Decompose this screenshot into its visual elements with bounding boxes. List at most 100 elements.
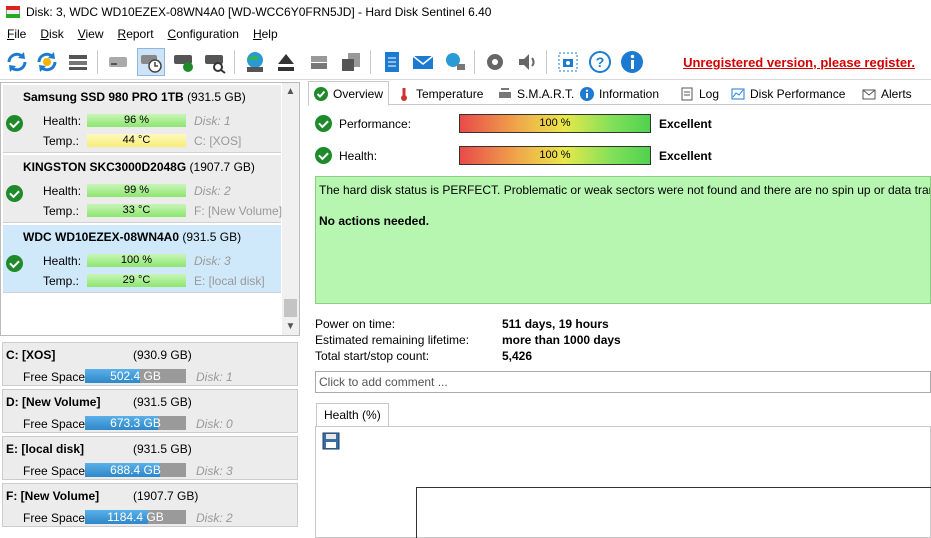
disk-schedule-icon[interactable] [137, 48, 165, 76]
performance-ok-icon [315, 115, 332, 132]
app-icon [6, 6, 20, 18]
free-space-label: Free Space [23, 417, 86, 431]
speaker-icon[interactable] [513, 48, 541, 76]
health-rating: Excellent [659, 149, 712, 163]
menu-view[interactable]: View [71, 27, 111, 41]
info-icon [580, 87, 594, 101]
disk-copy-icon[interactable] [337, 48, 365, 76]
menu-bar: File Disk View Report Configuration Help [0, 24, 931, 43]
action-text: No actions needed. [319, 214, 430, 228]
volume-name: D: [New Volume] [6, 395, 101, 409]
health-label: Health: [339, 149, 378, 163]
performance-rating: Excellent [659, 117, 712, 131]
health-label: Health: [43, 254, 82, 268]
tab-alerts[interactable]: Alerts [856, 83, 918, 105]
toolbar: ? Unregistered version, please register. [0, 44, 931, 80]
lifetime-label: Estimated remaining lifetime: [315, 333, 470, 347]
free-space-label: Free Space [23, 511, 86, 525]
refresh-all-icon[interactable] [33, 48, 61, 76]
notepad-icon[interactable] [378, 48, 406, 76]
free-space-bar: 673.3 GB [85, 416, 186, 430]
check-icon [314, 86, 328, 101]
disk-name: Samsung SSD 980 PRO 1TB (931.5 GB) [23, 90, 246, 104]
window-title: Disk: 3, WDC WD10EZEX-08WN4A0 [WD-WCC6Y0… [26, 5, 492, 19]
lifetime-value: more than 1000 days [502, 333, 621, 347]
refresh-icon[interactable] [3, 48, 31, 76]
scroll-down-icon[interactable]: ▼ [282, 318, 299, 335]
register-link[interactable]: Unregistered version, please register. [683, 55, 915, 70]
volume-size: (931.5 GB) [133, 395, 192, 409]
alert-icon [862, 87, 876, 101]
volume-size: (931.5 GB) [133, 442, 192, 456]
svg-text:?: ? [596, 54, 605, 70]
health-bar: 99 % [87, 184, 186, 197]
help-icon[interactable]: ? [586, 48, 614, 76]
menu-configuration[interactable]: Configuration [161, 27, 246, 41]
comment-input[interactable]: Click to add comment ... [315, 371, 931, 393]
volume-size: (930.9 GB) [133, 348, 192, 362]
temp-label: Temp.: [43, 134, 80, 148]
tab-disk-performance[interactable]: Disk Performance [725, 83, 851, 105]
eject-icon[interactable] [272, 48, 300, 76]
menu-help[interactable]: Help [246, 27, 285, 41]
disk-list-icon[interactable] [64, 48, 92, 76]
performance-bar: 100 % [459, 114, 651, 133]
tab-health-graph[interactable]: Health (%) [316, 403, 389, 427]
health-label: Health: [43, 114, 82, 128]
volume-item-e[interactable]: E: [local disk] (931.5 GB) Free Space 68… [2, 436, 298, 480]
tab-overview[interactable]: Overview [308, 81, 390, 106]
volume-name: E: [local disk] [6, 442, 85, 456]
volume-name: F: [New Volume] [6, 489, 100, 503]
tab-temperature[interactable]: Temperature [391, 83, 489, 105]
save-icon[interactable] [322, 432, 340, 450]
title-bar: Disk: 3, WDC WD10EZEX-08WN4A0 [WD-WCC6Y0… [0, 0, 931, 24]
free-space-label: Free Space [23, 370, 86, 384]
volume-item-d[interactable]: D: [New Volume] (931.5 GB) Free Space 67… [2, 389, 298, 433]
thermometer-icon [397, 87, 411, 101]
log-icon [680, 87, 694, 101]
mail-icon[interactable] [409, 48, 437, 76]
menu-disk[interactable]: Disk [33, 27, 70, 41]
menu-report[interactable]: Report [111, 27, 161, 41]
disk-number: Disk: 3 [194, 254, 231, 268]
main-tabs: Overview Temperature S.M.A.R.T. Informat… [308, 81, 931, 106]
scroll-up-icon[interactable]: ▲ [282, 83, 299, 100]
disk-health-icon[interactable] [170, 48, 198, 76]
screenshot-icon[interactable] [554, 48, 582, 76]
volume-item-c[interactable]: C: [XOS] (930.9 GB) Free Space 502.4 GB … [2, 342, 298, 386]
smart-icon [498, 87, 512, 101]
tab-information[interactable]: Information [574, 83, 665, 105]
health-graph-area [315, 426, 931, 538]
startstop-label: Total start/stop count: [315, 349, 430, 363]
volume-disk: Disk: 1 [196, 370, 233, 384]
temp-label: Temp.: [43, 274, 80, 288]
tab-smart[interactable]: S.M.A.R.T. [492, 83, 580, 105]
status-text: The hard disk status is PERFECT. Problem… [319, 183, 931, 197]
disk-stack-icon[interactable] [305, 48, 333, 76]
globe-disk-icon[interactable] [241, 48, 269, 76]
volume-disk: Disk: 2 [196, 511, 233, 525]
temp-bar: 29 °C [87, 274, 186, 287]
volume-disk: Disk: 3 [196, 464, 233, 478]
disk-test-icon[interactable] [201, 48, 229, 76]
gear-icon[interactable] [481, 48, 509, 76]
free-space-label: Free Space [23, 464, 86, 478]
volume-size: (1907.7 GB) [133, 489, 199, 503]
disk-list-scrollbar[interactable]: ▲ ▼ [282, 83, 299, 335]
disk-volume: E: [local disk] [194, 274, 265, 288]
disk-name: KINGSTON SKC3000D2048G (1907.7 GB) [23, 160, 255, 174]
volume-disk: Disk: 0 [196, 417, 233, 431]
health-bar: 100 % [459, 146, 651, 165]
disk-name: WDC WD10EZEX-08WN4A0 (931.5 GB) [23, 230, 242, 244]
scrollbar-thumb[interactable] [284, 299, 297, 317]
menu-file[interactable]: File [0, 27, 33, 41]
disk-item-wdc[interactable]: WDC WD10EZEX-08WN4A0 (931.5 GB) Health: … [3, 225, 281, 293]
network-icon[interactable] [441, 48, 469, 76]
disk-icon[interactable] [104, 48, 132, 76]
info-icon[interactable] [618, 48, 646, 76]
temp-bar: 44 °C [87, 134, 186, 147]
disk-item-samsung[interactable]: Samsung SSD 980 PRO 1TB (931.5 GB) Healt… [3, 85, 281, 153]
tab-log[interactable]: Log [674, 83, 725, 105]
volume-item-f[interactable]: F: [New Volume] (1907.7 GB) Free Space 1… [2, 483, 298, 527]
disk-item-kingston[interactable]: KINGSTON SKC3000D2048G (1907.7 GB) Healt… [3, 155, 282, 223]
